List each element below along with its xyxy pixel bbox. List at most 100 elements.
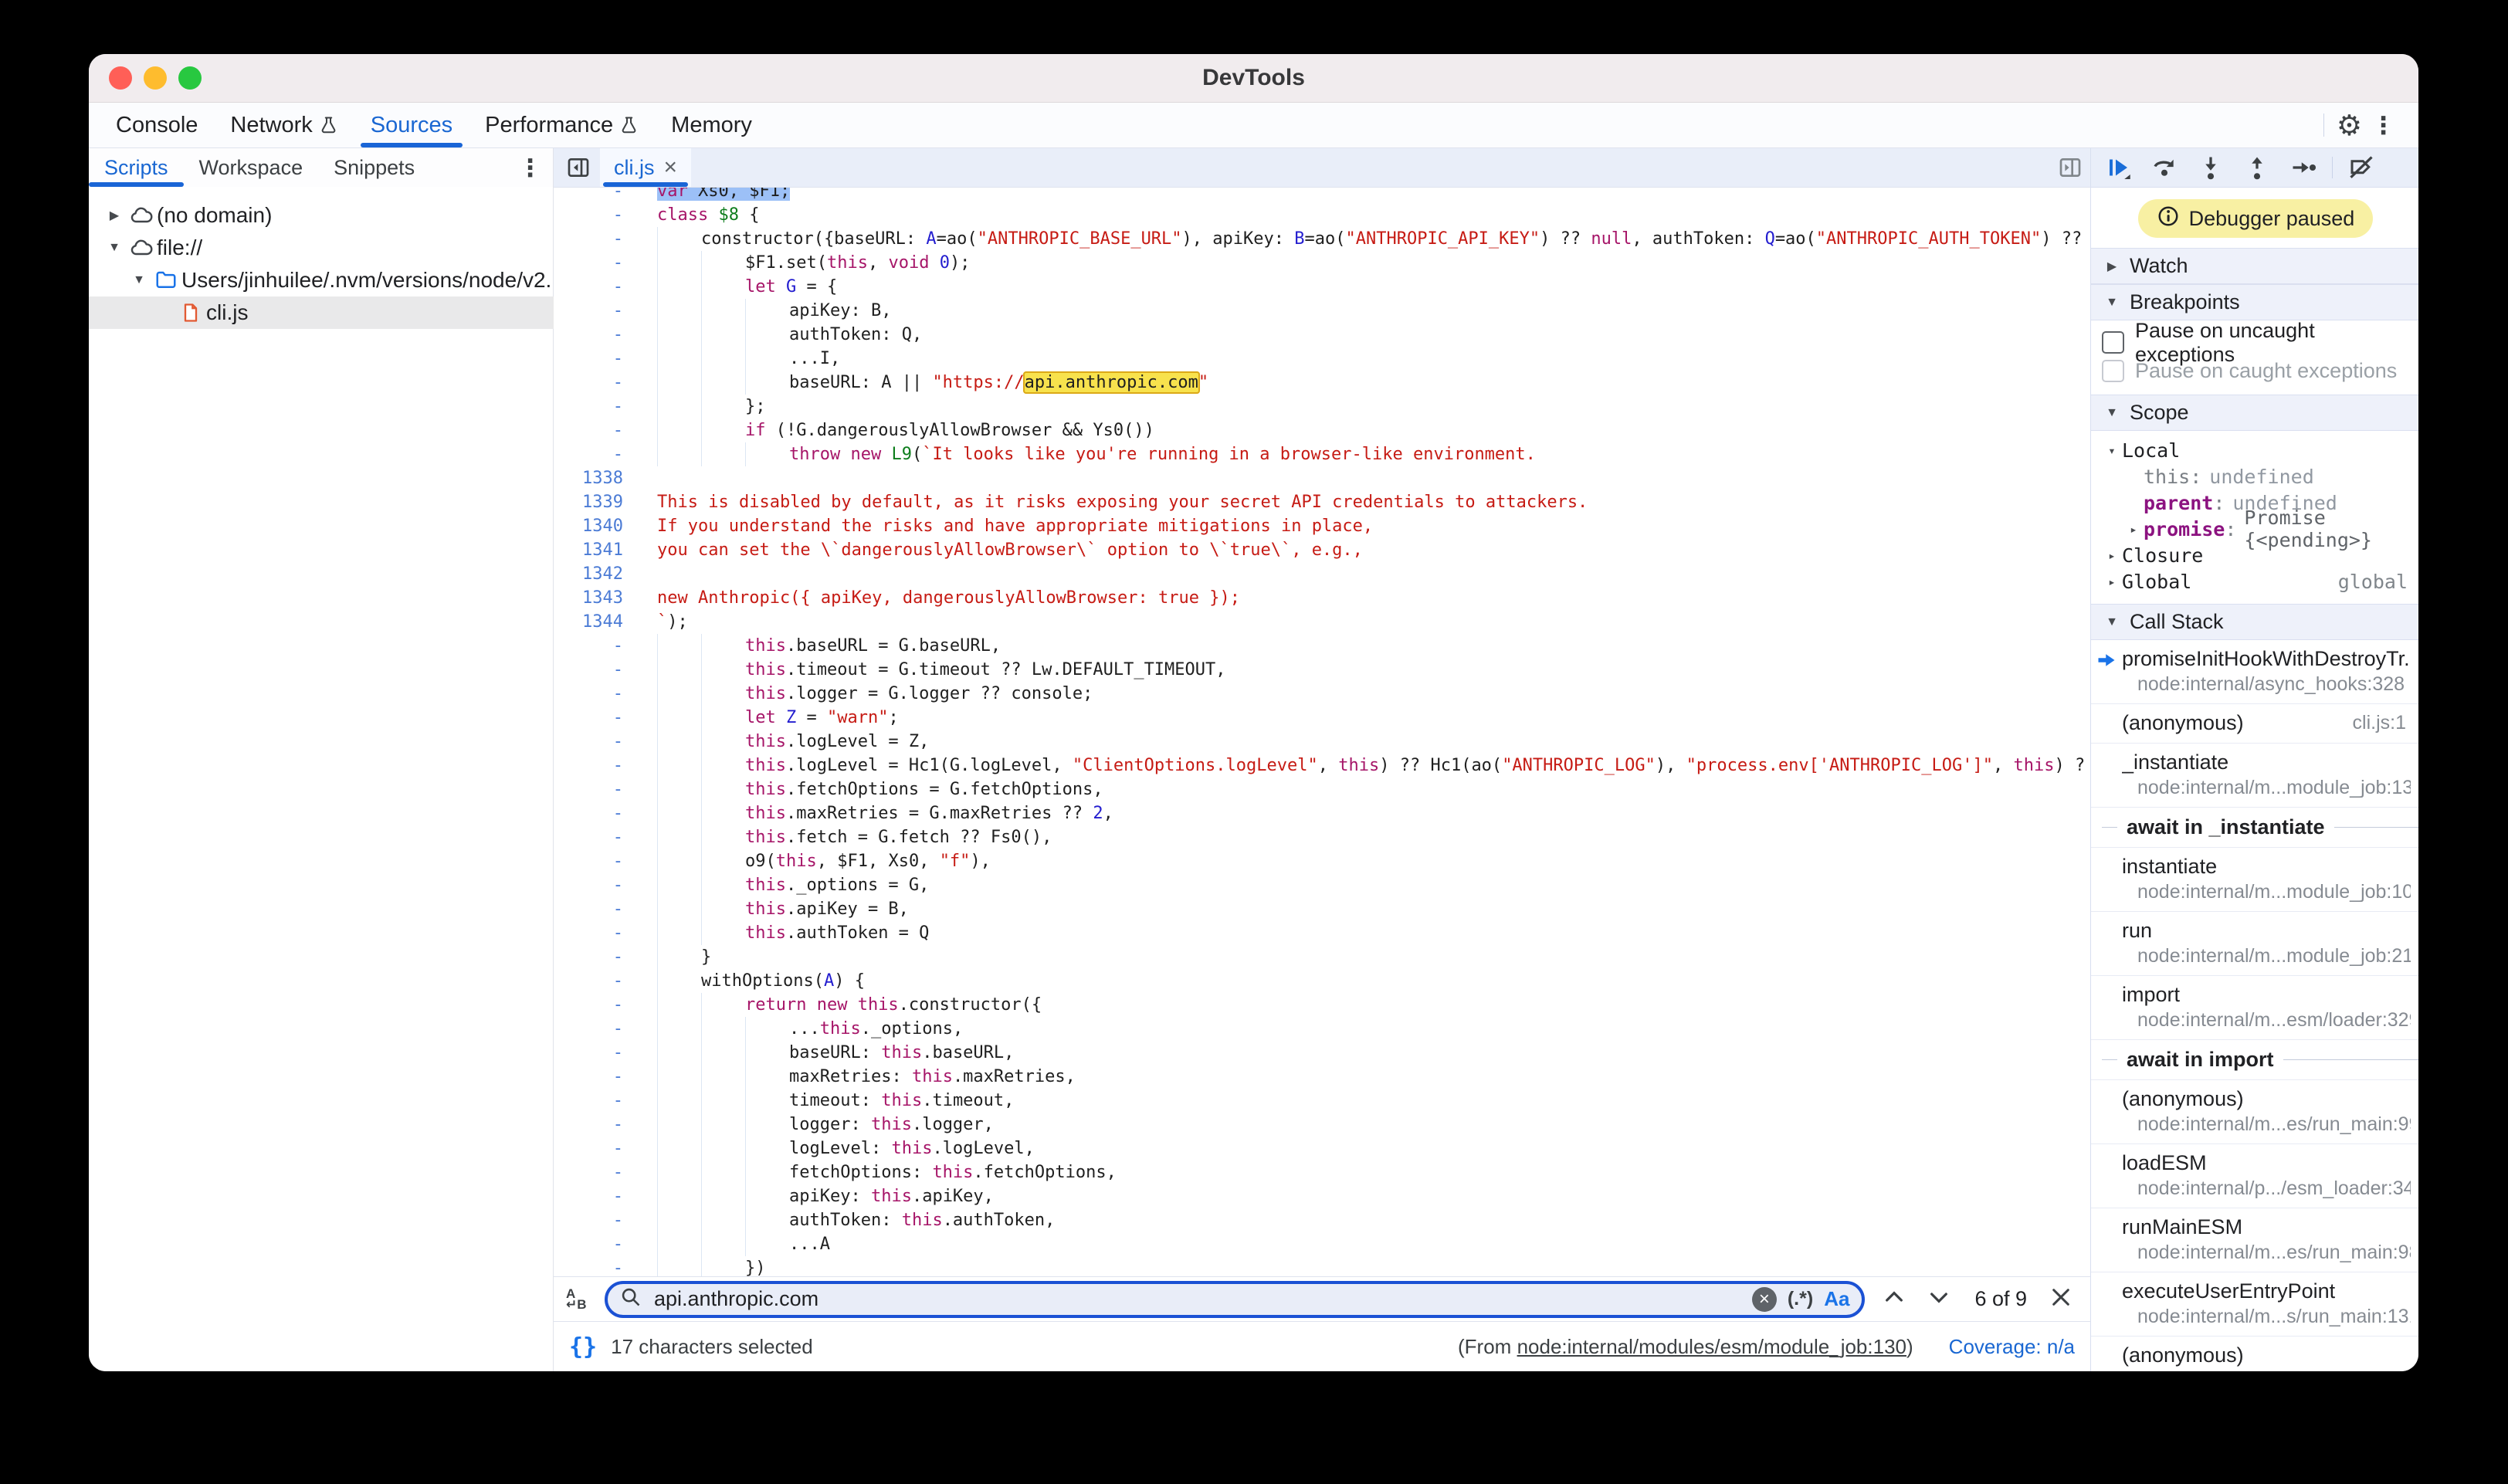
line-number[interactable]: - [554,1041,635,1065]
line-number[interactable]: - [554,1065,635,1089]
callstack-frame[interactable]: runMainESMnode:internal/m...es/run_main:… [2091,1208,2418,1272]
line-number[interactable]: - [554,1017,635,1041]
callstack-frame[interactable]: runnode:internal/m...module_job:214 [2091,912,2418,976]
callstack-frame[interactable]: (anonymous)node:internal/m...main_module… [2091,1337,2418,1371]
line-number[interactable]: - [554,969,635,993]
step-into-button[interactable] [2191,151,2230,185]
line-number[interactable]: - [554,1232,635,1256]
previous-match-icon[interactable] [1882,1285,1906,1313]
callstack-frame[interactable]: executeUserEntryPointnode:internal/m...s… [2091,1272,2418,1337]
line-number[interactable]: - [554,371,635,395]
breakpoint-option[interactable]: Pause on caught exceptions [2102,357,2409,385]
coverage-link[interactable]: Coverage: n/a [1949,1335,2075,1359]
editor-tab-cli-js[interactable]: cli.js × [600,148,691,187]
callstack-frame[interactable]: loadESMnode:internal/p.../esm_loader:34 [2091,1144,2418,1208]
line-number[interactable]: - [554,993,635,1017]
line-number[interactable]: - [554,1160,635,1184]
regex-toggle[interactable]: (.*) [1788,1288,1813,1310]
tree-item-cli-js[interactable]: cli.js [89,296,609,329]
deactivate-breakpoints-button[interactable] [2342,151,2381,185]
tab-console[interactable]: Console [100,103,214,147]
step-out-button[interactable] [2238,151,2276,185]
line-number[interactable]: - [554,1113,635,1137]
navigator-tab-scripts[interactable]: Scripts [89,148,184,187]
callstack-frame[interactable]: instantiatenode:internal/m...module_job:… [2091,848,2418,912]
checkbox[interactable] [2102,331,2124,354]
line-number[interactable]: - [554,921,635,945]
tree-item-users-jinhuilee-nvm-versions-node-v2-[interactable]: ▼Users/jinhuilee/.nvm/versions/node/v2..… [89,264,553,296]
pretty-print-button[interactable]: {} [569,1333,597,1360]
tab-sources[interactable]: Sources [354,103,469,147]
scope-row[interactable]: ▸promise: Promise {<pending>} [2091,516,2418,542]
line-number[interactable]: - [554,299,635,323]
scope-row[interactable]: ▸Globalglobal [2091,568,2418,595]
breakpoints-section-header[interactable]: ▼Breakpoints [2091,284,2418,320]
line-number[interactable]: - [554,658,635,682]
callstack-frame[interactable]: promiseInitHookWithDestroyTr...node:inte… [2091,640,2418,704]
line-number[interactable]: 1338 [554,466,635,490]
scope-row[interactable]: ▾Local [2091,437,2418,463]
tab-performance[interactable]: Performance [469,103,655,147]
tab-network[interactable]: Network [214,103,354,147]
line-number[interactable]: - [554,682,635,706]
tab-memory[interactable]: Memory [655,103,768,147]
breakpoint-option[interactable]: Pause on uncaught exceptions [2102,328,2409,357]
line-number[interactable]: - [554,849,635,873]
line-number[interactable]: 1341 [554,538,635,562]
step-button[interactable] [2284,151,2323,185]
line-number[interactable]: - [554,1256,635,1276]
line-number[interactable]: 1344 [554,610,635,634]
match-case-toggle[interactable]: Aa [1824,1287,1849,1311]
callstack-frame[interactable]: (anonymous)cli.js:1 [2091,704,2418,744]
scope-row[interactable]: this: undefined [2091,463,2418,490]
navigator-more-options-icon[interactable]: ⋮ [509,148,553,187]
callstack-frame[interactable]: _instantiatenode:internal/m...module_job… [2091,744,2418,808]
line-number[interactable]: - [554,825,635,849]
callstack-frame[interactable]: importnode:internal/m...esm/loader:329 [2091,976,2418,1040]
close-window-button[interactable] [109,66,132,90]
call-stack-section-header[interactable]: ▼Call Stack [2091,604,2418,640]
search-input[interactable] [652,1286,1741,1312]
line-number[interactable]: - [554,347,635,371]
disclosure-right-icon[interactable]: ▸ [2102,548,2122,563]
navigator-tab-workspace[interactable]: Workspace [184,148,319,187]
replace-toggle-icon[interactable]: A↵B [566,1289,594,1310]
watch-section-header[interactable]: ▶Watch [2091,248,2418,284]
close-tab-icon[interactable]: × [664,156,678,179]
line-number[interactable]: - [554,1137,635,1160]
settings-gear-icon[interactable]: ⚙ [2337,111,2362,140]
line-number[interactable]: - [554,203,635,227]
line-number[interactable]: - [554,1089,635,1113]
line-number[interactable]: - [554,323,635,347]
resume-script-button[interactable] [2099,151,2137,185]
line-number[interactable]: - [554,395,635,418]
line-number[interactable]: - [554,754,635,778]
line-number[interactable]: - [554,801,635,825]
scope-section-header[interactable]: ▼Scope [2091,395,2418,431]
toggle-debugger-sidebar-icon[interactable] [2058,148,2090,187]
line-number[interactable]: - [554,730,635,754]
tree-item--no-domain-[interactable]: ▶(no domain) [89,199,553,232]
line-number[interactable]: 1340 [554,514,635,538]
tree-item-file-[interactable]: ▼file:// [89,232,553,264]
line-number[interactable]: 1342 [554,562,635,586]
line-number[interactable]: - [554,945,635,969]
line-number[interactable]: - [554,188,635,203]
disclosure-down-icon[interactable]: ▾ [2102,443,2122,458]
disclosure-right-icon[interactable]: ▸ [2123,522,2144,537]
clear-search-icon[interactable]: × [1752,1287,1777,1312]
step-over-button[interactable] [2145,151,2184,185]
collapse-navigator-icon[interactable] [554,148,600,187]
line-number[interactable]: - [554,1184,635,1208]
line-number[interactable]: 1343 [554,586,635,610]
line-number[interactable]: - [554,706,635,730]
maximize-window-button[interactable] [178,66,202,90]
line-number[interactable]: - [554,897,635,921]
line-number[interactable]: - [554,251,635,275]
next-match-icon[interactable] [1927,1285,1951,1313]
line-number[interactable]: - [554,442,635,466]
more-options-icon[interactable]: ⋮ [2362,114,2405,137]
line-number[interactable]: - [554,275,635,299]
line-number[interactable]: - [554,778,635,801]
line-number[interactable]: 1339 [554,490,635,514]
